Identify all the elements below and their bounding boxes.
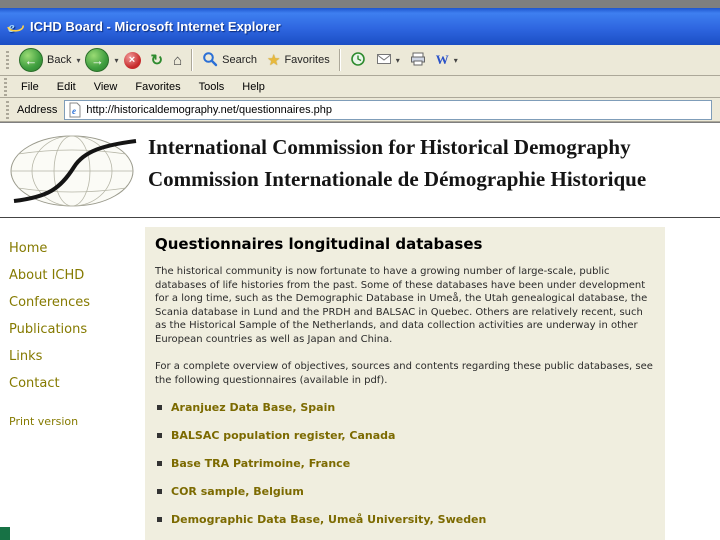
sidebar-item-about-ichd[interactable]: About ICHD [9, 268, 84, 283]
mail-icon [376, 51, 392, 70]
history-icon [350, 51, 366, 70]
menubar-grip[interactable] [4, 77, 7, 96]
sidebar-item-publications[interactable]: Publications [9, 322, 87, 337]
address-label: Address [17, 103, 58, 116]
list-item[interactable]: BALSAC population register, Canada [157, 429, 653, 442]
database-link: Demographic Data Base, Umeå University, … [171, 513, 487, 526]
overview-paragraph: For a complete overview of objectives, s… [155, 361, 653, 386]
menu-help[interactable]: Help [233, 78, 274, 96]
list-item[interactable]: Aranjuez Data Base, Spain [157, 401, 653, 414]
menu-file[interactable]: File [12, 78, 48, 96]
sidebar-item-home[interactable]: Home [9, 241, 47, 256]
browser-viewport: International Commission for Historical … [0, 123, 720, 540]
database-link: Aranjuez Data Base, Spain [171, 401, 336, 414]
bullet-icon [157, 517, 162, 522]
svg-text:e: e [72, 106, 76, 116]
standard-toolbar: ← Back ▾ → ▾ × ↻ ⌂ Search ★ Favorites ▾ … [0, 45, 720, 76]
toolbar-overflow-chevron-icon[interactable]: ▾ [454, 56, 458, 65]
toolbar-separator [338, 49, 341, 71]
stop-button[interactable]: × [119, 49, 146, 72]
page-icon: e [69, 102, 81, 117]
refresh-icon: ↻ [150, 52, 164, 69]
bullet-icon [157, 433, 162, 438]
back-label: Back [47, 54, 72, 66]
address-bar: Address e [0, 98, 720, 122]
forward-button[interactable]: → [80, 45, 114, 75]
desktop-artifact [0, 527, 10, 540]
sidebar-item-contact[interactable]: Contact [9, 376, 60, 391]
refresh-button[interactable]: ↻ [146, 48, 169, 72]
toolbar-separator [191, 49, 194, 71]
edit-word-icon: W [435, 52, 449, 67]
site-title-english: International Commission for Historical … [148, 135, 631, 159]
sidebar-item-links[interactable]: Links [9, 349, 42, 364]
favorites-star-icon: ★ [267, 52, 281, 69]
browser-window: e ICHD Board - Microsoft Internet Explor… [0, 0, 720, 540]
search-button[interactable]: Search [197, 48, 262, 73]
sidebar-item-conferences[interactable]: Conferences [9, 295, 90, 310]
address-field[interactable]: e [64, 99, 712, 120]
search-icon [202, 51, 218, 70]
list-item[interactable]: Demographic Data Base, Umeå University, … [157, 513, 653, 526]
stop-icon: × [123, 51, 141, 69]
intro-paragraph: The historical community is now fortunat… [155, 266, 648, 345]
database-link: Base TRA Patrimoine, France [171, 457, 351, 470]
home-button[interactable]: ⌂ [168, 49, 187, 72]
bullet-icon [157, 461, 162, 466]
history-button[interactable] [345, 48, 371, 73]
window-titlebar: e ICHD Board - Microsoft Internet Explor… [0, 8, 720, 45]
ichd-globe-logo [8, 133, 140, 209]
home-icon: ⌂ [173, 51, 183, 69]
bullet-icon [157, 405, 162, 410]
main-content-panel: Questionnaires longitudinal databases Th… [145, 227, 665, 540]
forward-icon: → [85, 48, 110, 72]
database-link: BALSAC population register, Canada [171, 429, 396, 442]
database-link: COR sample, Belgium [171, 485, 304, 498]
bullet-icon [157, 489, 162, 494]
edit-button[interactable]: W [431, 49, 454, 71]
forward-history-chevron-icon[interactable]: ▾ [114, 56, 118, 65]
internet-explorer-icon: e [6, 18, 24, 36]
menu-favorites[interactable]: Favorites [126, 78, 189, 96]
menu-view[interactable]: View [85, 78, 127, 96]
addressbar-grip[interactable] [6, 100, 9, 119]
database-list: Aranjuez Data Base, Spain BALSAC populat… [155, 401, 653, 526]
toolbar-grip[interactable] [6, 51, 9, 69]
page-title: Questionnaires longitudinal databases [155, 235, 483, 253]
favorites-label: Favorites [284, 54, 330, 66]
search-label: Search [222, 54, 257, 66]
list-item[interactable]: Base TRA Patrimoine, France [157, 457, 653, 470]
print-button[interactable] [405, 48, 431, 73]
site-title-french: Commission Internationale de Démographie… [148, 167, 647, 191]
favorites-button[interactable]: ★ Favorites [262, 48, 335, 72]
menu-edit[interactable]: Edit [48, 78, 85, 96]
menu-tools[interactable]: Tools [190, 78, 234, 96]
print-icon [410, 51, 426, 70]
print-version-link[interactable]: Print version [9, 415, 78, 428]
header-divider [0, 217, 720, 218]
back-icon: ← [19, 48, 43, 72]
mail-chevron-icon: ▾ [395, 55, 400, 65]
back-button[interactable]: ← Back [14, 45, 76, 75]
mail-button[interactable]: ▾ [371, 48, 405, 73]
address-input[interactable] [86, 103, 711, 116]
window-title: ICHD Board - Microsoft Internet Explorer [30, 19, 281, 34]
menu-bar: File Edit View Favorites Tools Help [0, 76, 720, 98]
list-item[interactable]: COR sample, Belgium [157, 485, 653, 498]
